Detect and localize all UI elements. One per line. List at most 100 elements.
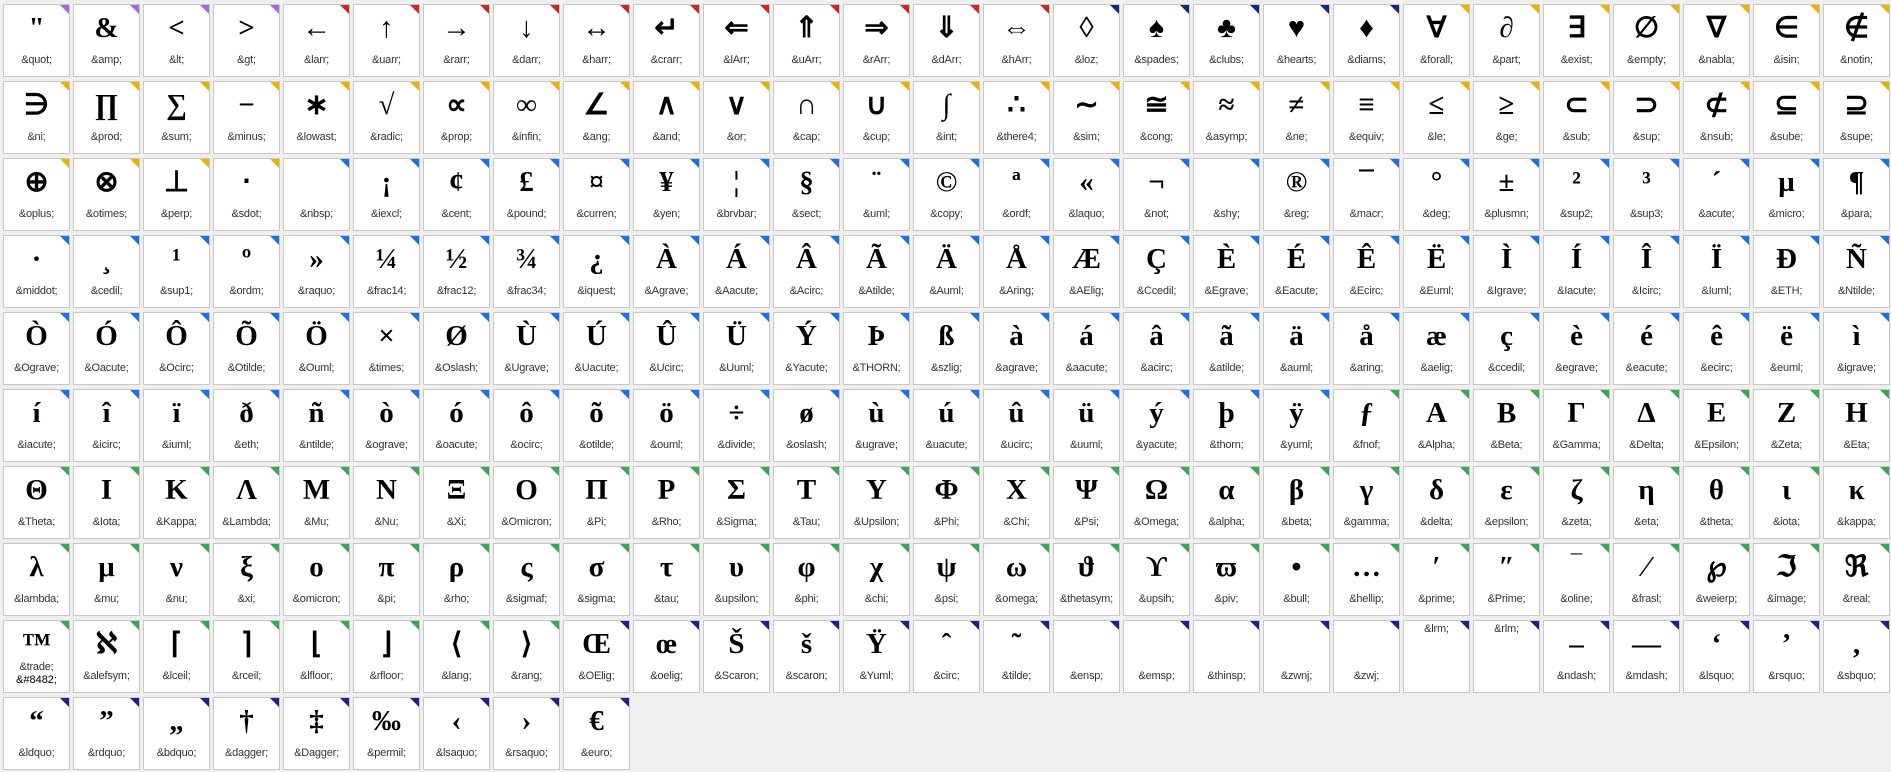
char-cell[interactable]: ì &igrave; <box>1823 312 1890 385</box>
char-cell[interactable]: ∀ &forall; <box>1403 4 1470 77</box>
char-cell[interactable]: ♦ &diams; <box>1333 4 1400 77</box>
char-cell[interactable]: &rlm; <box>1473 620 1540 693</box>
char-cell[interactable]: ⌈ &lceil; <box>143 620 210 693</box>
char-cell[interactable]: ⌋ &rfloor; <box>353 620 420 693</box>
char-cell[interactable]: ¥ &yen; <box>633 158 700 231</box>
char-cell[interactable]: ¾ &frac34; <box>493 235 560 308</box>
char-cell[interactable]: ‹ &lsaquo; <box>423 697 490 770</box>
char-cell[interactable]: µ &micro; <box>1753 158 1820 231</box>
char-cell[interactable]: ∧ &and; <box>633 81 700 154</box>
char-cell[interactable]: ± &plusmn; <box>1473 158 1540 231</box>
char-cell[interactable]: ‘ &lsquo; <box>1683 620 1750 693</box>
char-cell[interactable]: ß &szlig; <box>913 312 980 385</box>
char-cell[interactable]: ο &omicron; <box>283 543 350 616</box>
char-cell[interactable]: ò &ograve; <box>353 389 420 462</box>
char-cell[interactable]: Τ &Tau; <box>773 466 840 539</box>
char-cell[interactable]: Ç &Ccedil; <box>1123 235 1190 308</box>
char-cell[interactable]: ∏ &prod; <box>73 81 140 154</box>
char-cell[interactable]: ∃ &exist; <box>1543 4 1610 77</box>
char-cell[interactable]: ⇓ &dArr; <box>913 4 980 77</box>
char-cell[interactable]: Α &Alpha; <box>1403 389 1470 462</box>
char-cell[interactable]: Ζ &Zeta; <box>1753 389 1820 462</box>
char-cell[interactable]: Œ &OElig; <box>563 620 630 693</box>
char-cell[interactable]: ϖ &piv; <box>1193 543 1260 616</box>
char-cell[interactable]: ê &ecirc; <box>1683 312 1750 385</box>
char-cell[interactable]: Î &Icirc; <box>1613 235 1680 308</box>
char-cell[interactable]: ⇑ &uArr; <box>773 4 840 77</box>
char-cell[interactable]: ℜ &real; <box>1823 543 1890 616</box>
char-cell[interactable]: å &aring; <box>1333 312 1400 385</box>
char-cell[interactable]: ™ &trade; &#8482; <box>3 620 70 693</box>
char-cell[interactable]: ä &auml; <box>1263 312 1330 385</box>
char-cell[interactable]: ⊥ &perp; <box>143 158 210 231</box>
char-cell[interactable]: ¬ &not; <box>1123 158 1190 231</box>
char-cell[interactable]: î &icirc; <box>73 389 140 462</box>
char-cell[interactable]: È &Egrave; <box>1193 235 1260 308</box>
char-cell[interactable]: Ì &Igrave; <box>1473 235 1540 308</box>
char-cell[interactable]: ² &sup2; <box>1543 158 1610 231</box>
char-cell[interactable]: Ü &Uuml; <box>703 312 770 385</box>
char-cell[interactable]: Ú &Uacute; <box>563 312 630 385</box>
char-cell[interactable]: â &acirc; <box>1123 312 1190 385</box>
char-cell[interactable]: ¿ &iquest; <box>563 235 630 308</box>
char-cell[interactable]: &lrm; <box>1403 620 1470 693</box>
char-cell[interactable]: ∅ &empty; <box>1613 4 1680 77</box>
char-cell[interactable]: À &Agrave; <box>633 235 700 308</box>
char-cell[interactable]: ξ &xi; <box>213 543 280 616</box>
char-cell[interactable]: É &Eacute; <box>1263 235 1330 308</box>
char-cell[interactable]: ≅ &cong; <box>1123 81 1190 154</box>
char-cell[interactable]: ♣ &clubs; <box>1193 4 1260 77</box>
char-cell[interactable]: ‾ &oline; <box>1543 543 1610 616</box>
char-cell[interactable]: ã &atilde; <box>1193 312 1260 385</box>
char-cell[interactable]: Æ &AElig; <box>1053 235 1120 308</box>
char-cell[interactable]: Ε &Epsilon; <box>1683 389 1750 462</box>
char-cell[interactable]: Ñ &Ntilde; <box>1823 235 1890 308</box>
char-cell[interactable]: &thinsp; <box>1193 620 1260 693</box>
char-cell[interactable]: ˜ &tilde; <box>983 620 1050 693</box>
char-cell[interactable]: „ &bdquo; <box>143 697 210 770</box>
char-cell[interactable]: Η &Eta; <box>1823 389 1890 462</box>
char-cell[interactable]: Ô &Ocirc; <box>143 312 210 385</box>
char-cell[interactable]: &ensp; <box>1053 620 1120 693</box>
char-cell[interactable]: þ &thorn; <box>1193 389 1260 462</box>
char-cell[interactable]: ⊕ &oplus; <box>3 158 70 231</box>
char-cell[interactable]: ↔ &harr; <box>563 4 630 77</box>
char-cell[interactable]: ι &iota; <box>1753 466 1820 539</box>
char-cell[interactable]: í &iacute; <box>3 389 70 462</box>
char-cell[interactable]: ≥ &ge; <box>1473 81 1540 154</box>
char-cell[interactable]: ρ &rho; <box>423 543 490 616</box>
char-cell[interactable]: Γ &Gamma; <box>1543 389 1610 462</box>
char-cell[interactable]: ë &euml; <box>1753 312 1820 385</box>
char-cell[interactable]: ÷ &divide; <box>703 389 770 462</box>
char-cell[interactable]: & &amp; <box>73 4 140 77</box>
char-cell[interactable]: ε &epsilon; <box>1473 466 1540 539</box>
char-cell[interactable]: ″ &Prime; <box>1473 543 1540 616</box>
char-cell[interactable]: ¢ &cent; <box>423 158 490 231</box>
char-cell[interactable]: Φ &Phi; <box>913 466 980 539</box>
char-cell[interactable]: é &eacute; <box>1613 312 1680 385</box>
char-cell[interactable]: ¼ &frac14; <box>353 235 420 308</box>
char-cell[interactable]: Ÿ &Yuml; <box>843 620 910 693</box>
char-cell[interactable]: › &rsaquo; <box>493 697 560 770</box>
char-cell[interactable]: ℵ &alefsym; <box>73 620 140 693</box>
char-cell[interactable]: ℘ &weierp; <box>1683 543 1750 616</box>
char-cell[interactable]: Ν &Nu; <box>353 466 420 539</box>
char-cell[interactable]: ⋅ &sdot; <box>213 158 280 231</box>
char-cell[interactable]: ∇ &nabla; <box>1683 4 1750 77</box>
char-cell[interactable]: ¡ &iexcl; <box>353 158 420 231</box>
char-cell[interactable]: ° &deg; <box>1403 158 1470 231</box>
char-cell[interactable]: Χ &Chi; <box>983 466 1050 539</box>
char-cell[interactable]: ⌊ &lfloor; <box>283 620 350 693</box>
char-cell[interactable]: ‚ &sbquo; <box>1823 620 1890 693</box>
char-cell[interactable]: ∩ &cap; <box>773 81 840 154</box>
char-cell[interactable]: ∼ &sim; <box>1053 81 1120 154</box>
char-cell[interactable]: ∠ &ang; <box>563 81 630 154</box>
char-cell[interactable]: μ &mu; <box>73 543 140 616</box>
char-cell[interactable]: » &raquo; <box>283 235 350 308</box>
char-cell[interactable]: Υ &Upsilon; <box>843 466 910 539</box>
char-cell[interactable]: Ψ &Psi; <box>1053 466 1120 539</box>
char-cell[interactable]: ω &omega; <box>983 543 1050 616</box>
char-cell[interactable]: ψ &psi; <box>913 543 980 616</box>
char-cell[interactable]: Ê &Ecirc; <box>1333 235 1400 308</box>
char-cell[interactable]: Â &Acirc; <box>773 235 840 308</box>
